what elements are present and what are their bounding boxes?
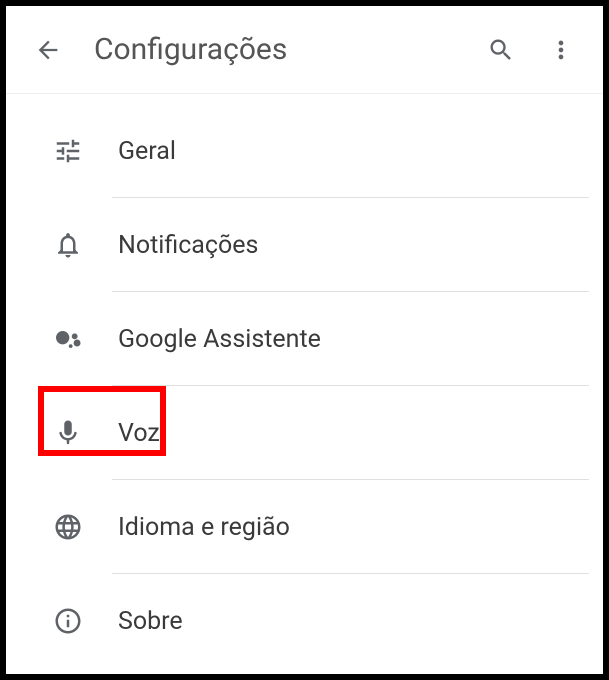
search-icon bbox=[487, 36, 515, 64]
more-options-button[interactable] bbox=[539, 28, 583, 72]
menu-item-about[interactable]: Sobre bbox=[6, 574, 603, 668]
menu-item-assistant[interactable]: Google Assistente bbox=[6, 292, 603, 386]
settings-list: Geral Notificações Google Assistente bbox=[6, 94, 603, 668]
menu-item-label: Sobre bbox=[118, 607, 183, 636]
menu-item-notifications[interactable]: Notificações bbox=[6, 198, 603, 292]
mic-icon bbox=[50, 415, 86, 451]
menu-item-label: Geral bbox=[118, 137, 176, 166]
menu-item-label: Idioma e região bbox=[118, 513, 290, 542]
page-title: Configurações bbox=[94, 32, 463, 67]
back-button[interactable] bbox=[26, 28, 70, 72]
bell-icon bbox=[50, 227, 86, 263]
globe-icon bbox=[50, 509, 86, 545]
search-button[interactable] bbox=[479, 28, 523, 72]
menu-item-language-region[interactable]: Idioma e região bbox=[6, 480, 603, 574]
menu-item-label: Google Assistente bbox=[118, 325, 321, 354]
menu-item-label: Voz bbox=[118, 419, 160, 448]
info-icon bbox=[50, 603, 86, 639]
menu-item-voice[interactable]: Voz bbox=[6, 386, 603, 480]
back-arrow-icon bbox=[34, 36, 62, 64]
sliders-icon bbox=[50, 133, 86, 169]
app-header: Configurações bbox=[6, 6, 603, 94]
menu-item-general[interactable]: Geral bbox=[6, 104, 603, 198]
assistant-icon bbox=[50, 321, 86, 357]
menu-item-label: Notificações bbox=[118, 231, 258, 260]
more-vert-icon bbox=[547, 36, 575, 64]
